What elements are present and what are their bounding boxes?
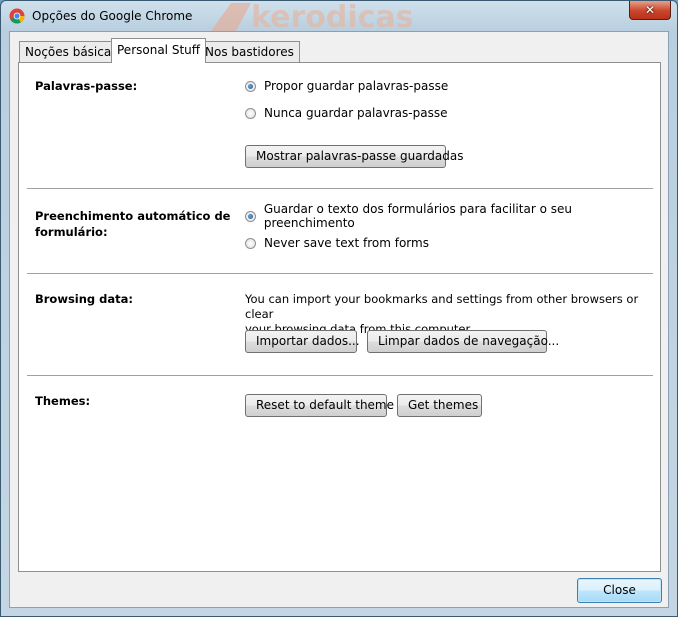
radio-button-checked[interactable] xyxy=(245,210,256,222)
import-data-button[interactable]: Importar dados... xyxy=(245,330,360,353)
watermark-text: kerodicas xyxy=(251,1,414,31)
tab-personal-stuff[interactable]: Personal Stuff xyxy=(111,38,207,63)
browsing-data-label: Browsing data: xyxy=(35,292,134,306)
autofill-label-line2: formulário: xyxy=(35,225,108,239)
themes-label: Themes: xyxy=(35,394,91,408)
watermark-graphic: kerodicas xyxy=(211,1,414,31)
radio-label: Guardar o texto dos formulários para fac… xyxy=(263,202,572,230)
title-bar[interactable]: kerodicas Opções do Google Chrome ✕ xyxy=(1,1,677,31)
divider xyxy=(27,375,653,376)
divider xyxy=(27,273,653,274)
radio-button[interactable] xyxy=(245,107,256,119)
radio-button[interactable] xyxy=(245,237,256,249)
radio-label: Propor guardar palavras-passe xyxy=(264,79,449,93)
tab-nocoes-basicas[interactable]: Noções básicas xyxy=(19,41,124,62)
window-close-button[interactable]: ✕ xyxy=(629,1,671,20)
description-line1: You can import your bookmarks and settin… xyxy=(245,292,639,321)
close-button[interactable]: Close xyxy=(577,578,662,603)
watermark-logo: kerodicas xyxy=(191,1,461,31)
close-icon: ✕ xyxy=(644,3,656,17)
reset-theme-button[interactable]: Reset to default theme xyxy=(245,394,394,417)
autofill-label-line1: Preenchimento automático de xyxy=(35,209,231,223)
radio-label: Never save text from forms xyxy=(264,236,429,250)
tab-nos-bastidores[interactable]: Nos bastidores xyxy=(199,41,300,62)
divider xyxy=(27,188,653,189)
show-saved-passwords-button[interactable]: Mostrar palavras-passe guardadas xyxy=(245,145,463,168)
passwords-label: Palavras-passe: xyxy=(35,79,138,93)
radio-offer-save-passwords[interactable]: Propor guardar palavras-passe xyxy=(245,78,448,94)
get-themes-button[interactable]: Get themes xyxy=(397,394,482,417)
window-title: Opções do Google Chrome xyxy=(32,9,193,23)
radio-never-save-form-text[interactable]: Never save text from forms xyxy=(245,235,429,251)
radio-button-checked[interactable] xyxy=(245,80,256,92)
tab-panel: Palavras-passe: Propor guardar palavras-… xyxy=(18,62,661,572)
chrome-icon xyxy=(9,8,25,24)
clear-browsing-data-button[interactable]: Limpar dados de navegação... xyxy=(367,330,559,353)
radio-label: Nunca guardar palavras-passe xyxy=(264,106,448,120)
radio-save-form-text[interactable]: Guardar o texto dos formulários para fac… xyxy=(245,202,660,230)
options-window: kerodicas Opções do Google Chrome ✕ Noçõ… xyxy=(0,0,678,617)
radio-never-save-passwords[interactable]: Nunca guardar palavras-passe xyxy=(245,105,447,121)
dialog-body: Noções básicas Personal Stuff Nos bastid… xyxy=(9,31,669,608)
autofill-label: Preenchimento automático de formulário: xyxy=(35,208,230,240)
